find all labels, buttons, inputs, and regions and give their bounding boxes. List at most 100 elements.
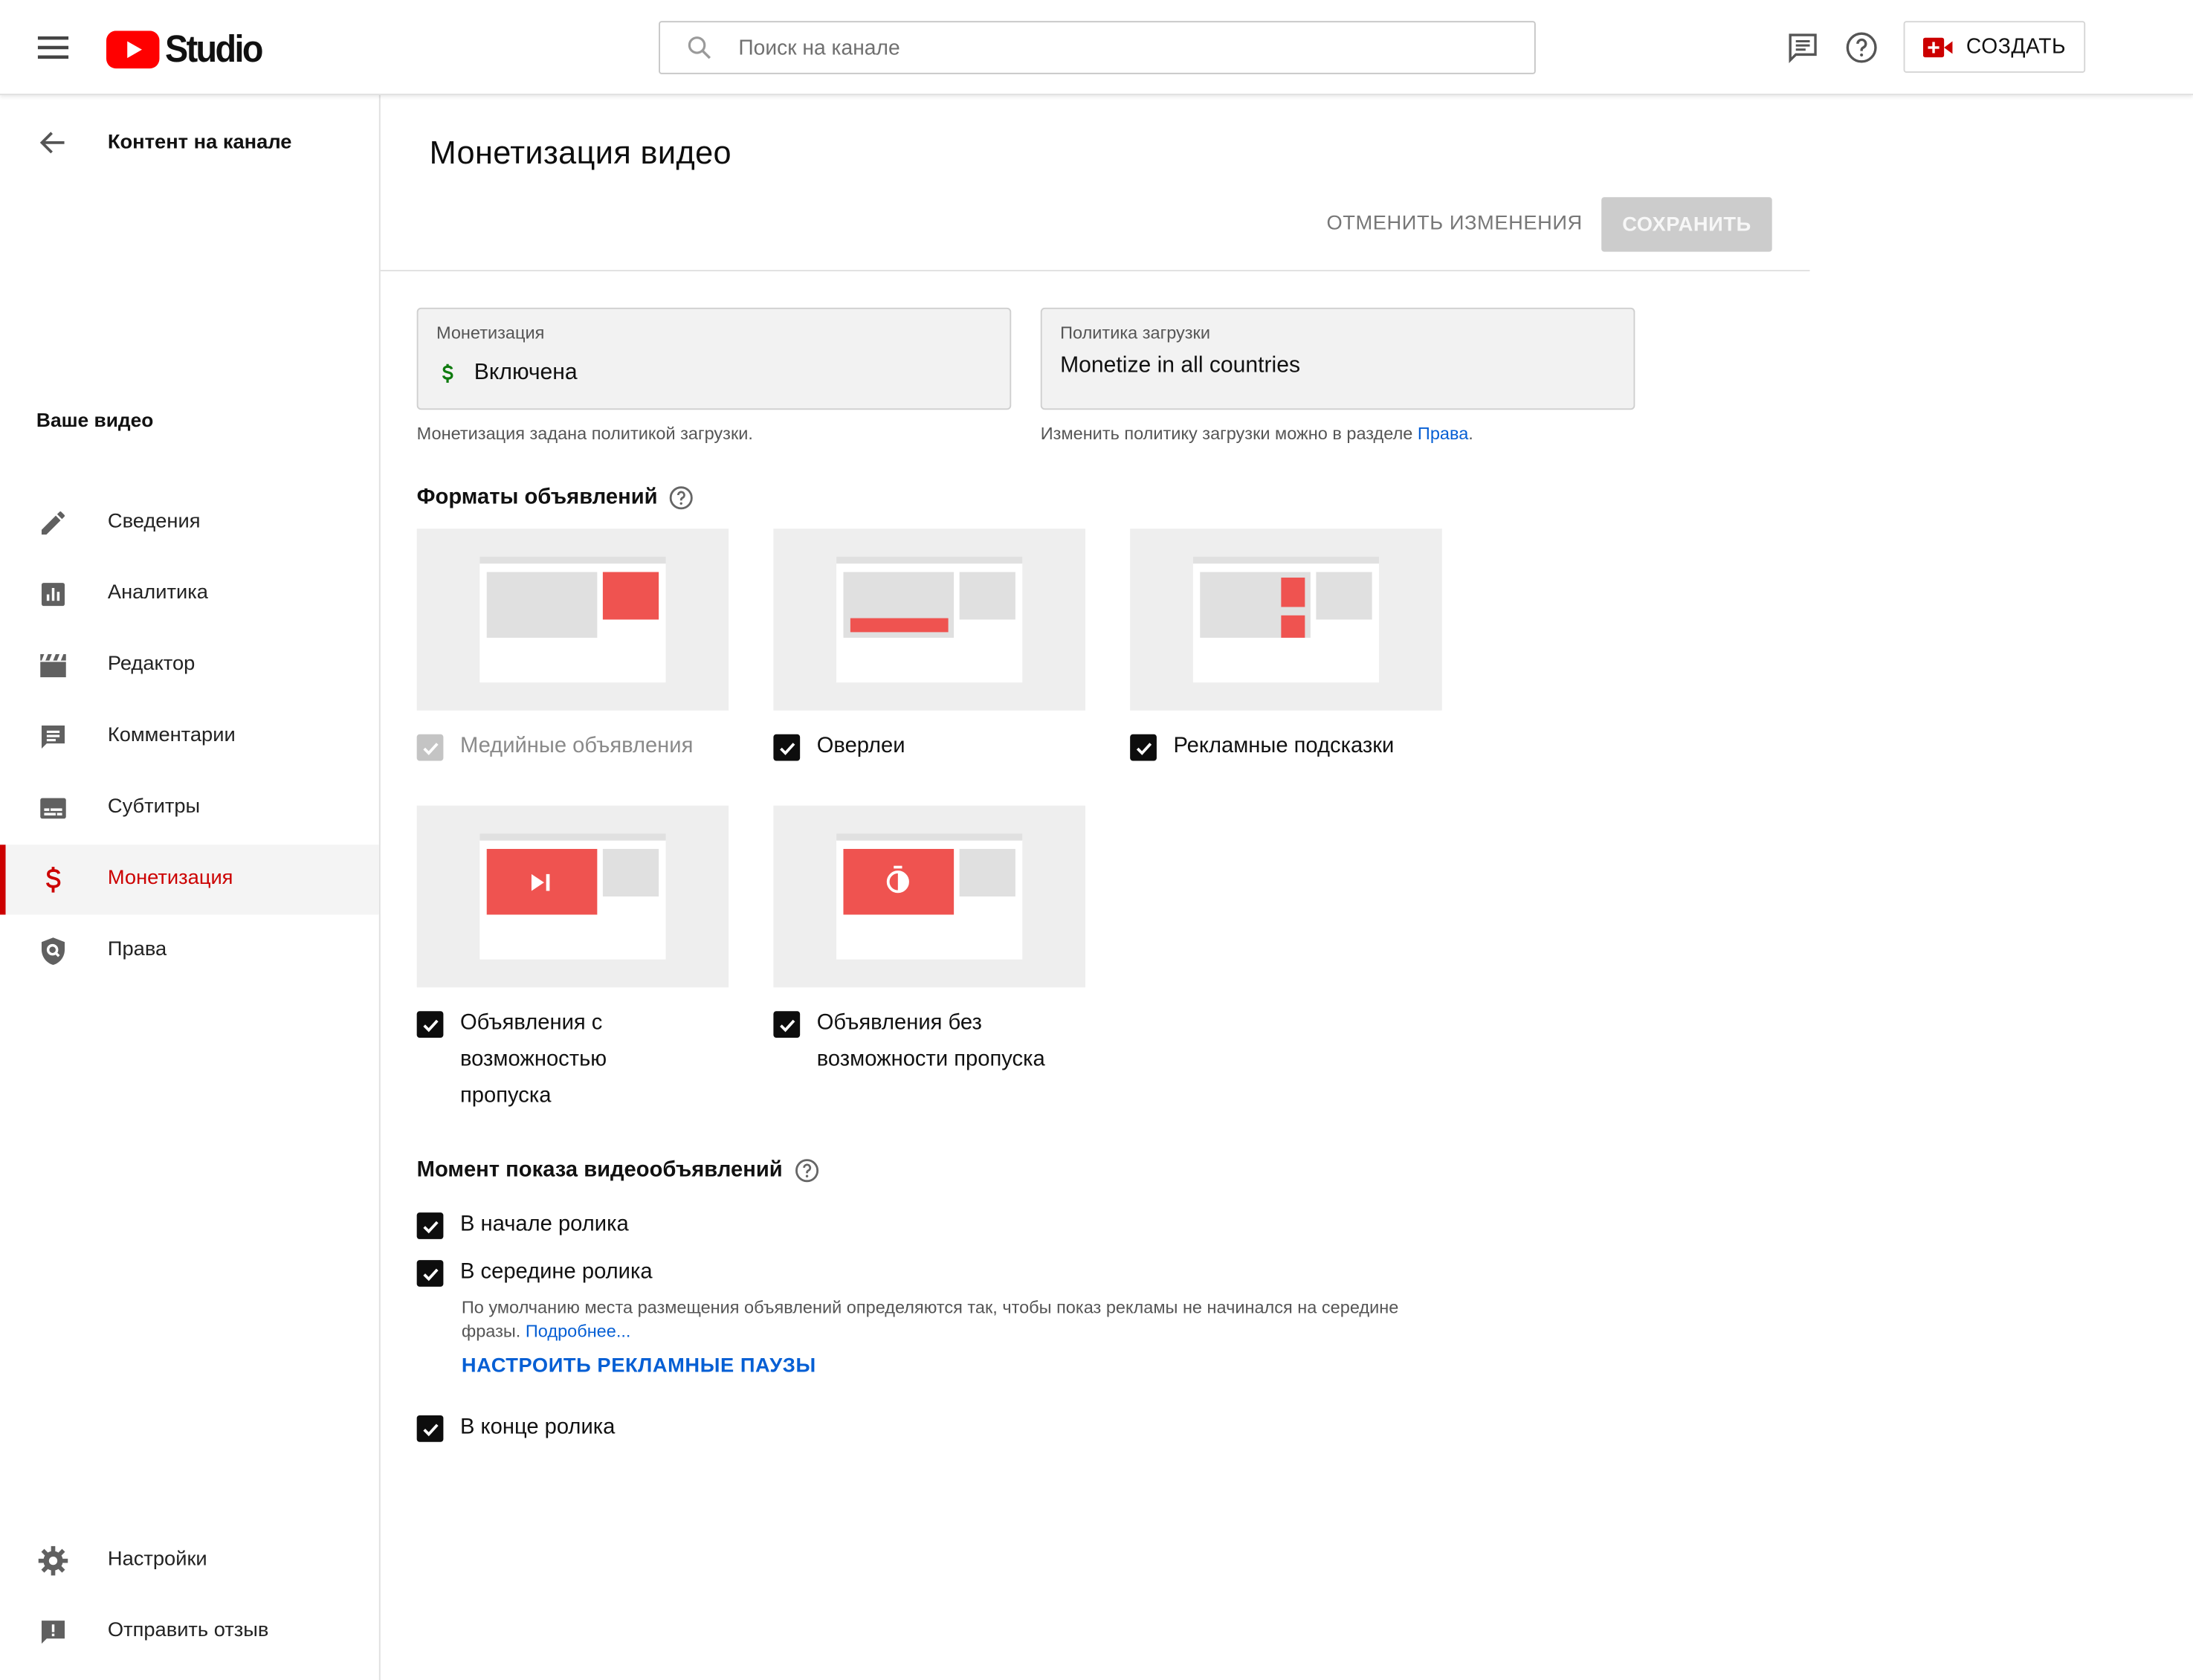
dollar-icon [36,863,70,896]
search-input[interactable] [738,35,1494,59]
sidebar-item-details[interactable]: Сведения [0,488,379,558]
create-button-label: СОЗДАТЬ [1966,35,2067,59]
learn-more-link[interactable]: Подробнее... [526,1322,631,1341]
analytics-icon [36,578,70,611]
non-skippable-ads-illustration [773,805,1085,988]
sidebar-item-label: Редактор [107,653,196,676]
mid-roll-description: По умолчанию места размещения объявлений… [462,1296,1412,1344]
ad-formats-title: Форматы объявлений [417,485,694,511]
subtitles-icon [36,792,70,825]
checkbox-checked-icon [1130,734,1157,761]
sponsored-cards-checkbox[interactable]: Рекламные подсказки [1130,731,1394,765]
pre-roll-checkbox[interactable]: В начале ролика [416,1209,629,1243]
illustration-screen [836,556,1023,683]
sidebar-item-label: Сведения [107,510,201,533]
back-label: Контент на канале [107,131,292,154]
ad-timing-title-text: Момент показа видеообъявлений [416,1157,783,1182]
ad-timing-title: Момент показа видеообъявлений [417,1158,819,1183]
illustration-sidebar [602,849,659,896]
checkbox-checked-icon [416,1415,444,1442]
skippable-ads-illustration [416,805,729,988]
illustration-screen [479,556,666,683]
mid-roll-checkbox[interactable]: В середине ролика [416,1257,653,1290]
illustration-ad [850,618,949,633]
hamburger-menu-icon[interactable] [25,25,81,70]
illustration-ad [602,572,659,620]
create-button[interactable]: СОЗДАТЬ [1903,21,2086,73]
monetization-field[interactable]: Монетизация Включена [416,307,1012,410]
sidebar-item-monetization[interactable]: Монетизация [0,844,379,915]
checkbox-checked-icon [416,1011,444,1038]
illustration-screen [479,833,666,960]
logo-text: Studio [165,28,263,71]
sidebar-item-feedback[interactable]: Отправить отзыв [0,1597,379,1667]
checkbox-checked-icon [416,734,444,761]
display-ads-checkbox[interactable]: Медийные объявления [416,731,694,765]
checkbox-label: Рекламные подсказки [1173,734,1395,758]
checkbox-label: Оверлеи [816,734,905,758]
illustration-sidebar [959,849,1015,896]
checkbox-label: Медийные объявления [459,734,694,758]
sidebar-item-subtitles[interactable]: Субтитры [0,773,379,843]
checkbox-checked-icon [773,734,801,761]
illustration-ad [486,849,598,915]
sidebar-item-rights[interactable]: Права [0,916,379,986]
dollar-icon [442,364,453,383]
post-roll-checkbox[interactable]: В конце ролика [416,1412,615,1446]
checkbox-label: Объявления без возможности пропуска [816,1011,1045,1072]
sidebar-item-label: Настройки [107,1548,207,1571]
skippable-ads-checkbox[interactable]: Объявления с возможностью пропуска [416,1008,697,1114]
messages-icon[interactable] [1785,30,1821,66]
illustration-ad [1281,578,1305,607]
checkbox-checked-icon [773,1011,801,1038]
monetization-field-label: Монетизация [436,323,545,343]
upload-policy-hint-text: Изменить политику загрузки можно в разде… [1040,424,1418,444]
sidebar-item-settings[interactable]: Настройки [0,1526,379,1596]
feedback-icon [36,1615,70,1649]
clapperboard-icon [36,649,70,682]
display-ads-illustration [416,529,729,711]
search-box[interactable] [659,21,1536,74]
checkbox-label: Объявления с возможностью пропуска [459,1011,607,1108]
studio-logo[interactable]: Studio [106,28,270,71]
checkbox-label: В начале ролика [459,1212,629,1237]
help-icon[interactable] [794,1158,819,1183]
upload-policy-field[interactable]: Политика загрузки Monetize in all countr… [1040,307,1635,410]
illustration-ad [843,849,955,915]
upload-policy-hint: Изменить политику загрузки можно в разде… [1041,424,1473,443]
sidebar-item-label: Отправить отзыв [107,1619,269,1642]
ad-formats-title-text: Форматы объявлений [416,485,658,509]
upload-policy-field-value: Monetize in all countries [1060,353,1301,378]
shield-icon [36,934,70,968]
non-skippable-ads-checkbox[interactable]: Объявления без возможности пропуска [773,1008,1095,1078]
sidebar-item-label: Аналитика [107,581,208,604]
page-title: Монетизация видео [429,134,731,171]
header-divider [380,270,1810,271]
back-to-channel-content[interactable]: Контент на канале [0,114,379,170]
create-video-icon [1922,36,1953,57]
illustration-sidebar [959,572,1015,620]
search-icon [688,36,711,59]
sidebar-item-comments[interactable]: Комментарии [0,702,379,772]
monetization-hint: Монетизация задана политикой загрузки. [416,424,753,444]
illustration-ad [1281,615,1305,638]
rights-link[interactable]: Права [1418,424,1468,443]
top-bar: Studio СОЗДАТЬ [0,0,2193,95]
upload-policy-hint-end: . [1468,424,1473,444]
help-icon[interactable] [1844,30,1880,66]
checkbox-checked-icon [416,1260,444,1287]
overlay-ads-checkbox[interactable]: Оверлеи [773,731,905,765]
sidebar-item-editor[interactable]: Редактор [0,631,379,701]
illustration-video [486,572,598,638]
cancel-changes-button[interactable]: ОТМЕНИТЬ ИЗМЕНЕНИЯ [1315,197,1595,250]
save-button[interactable]: СОХРАНИТЬ [1601,197,1772,252]
checkbox-checked-icon [416,1212,444,1239]
upload-policy-field-label: Политика загрузки [1060,323,1210,343]
help-icon[interactable] [669,485,694,511]
configure-ad-breaks-button[interactable]: НАСТРОИТЬ РЕКЛАМНЫЕ ПАУЗЫ [462,1355,816,1377]
sidebar-item-label: Монетизация [107,867,233,890]
youtube-logo-icon [106,30,160,69]
sidebar-item-analytics[interactable]: Аналитика [0,560,379,630]
sidebar-item-label: Права [107,938,167,961]
arrow-back-icon [39,132,65,154]
